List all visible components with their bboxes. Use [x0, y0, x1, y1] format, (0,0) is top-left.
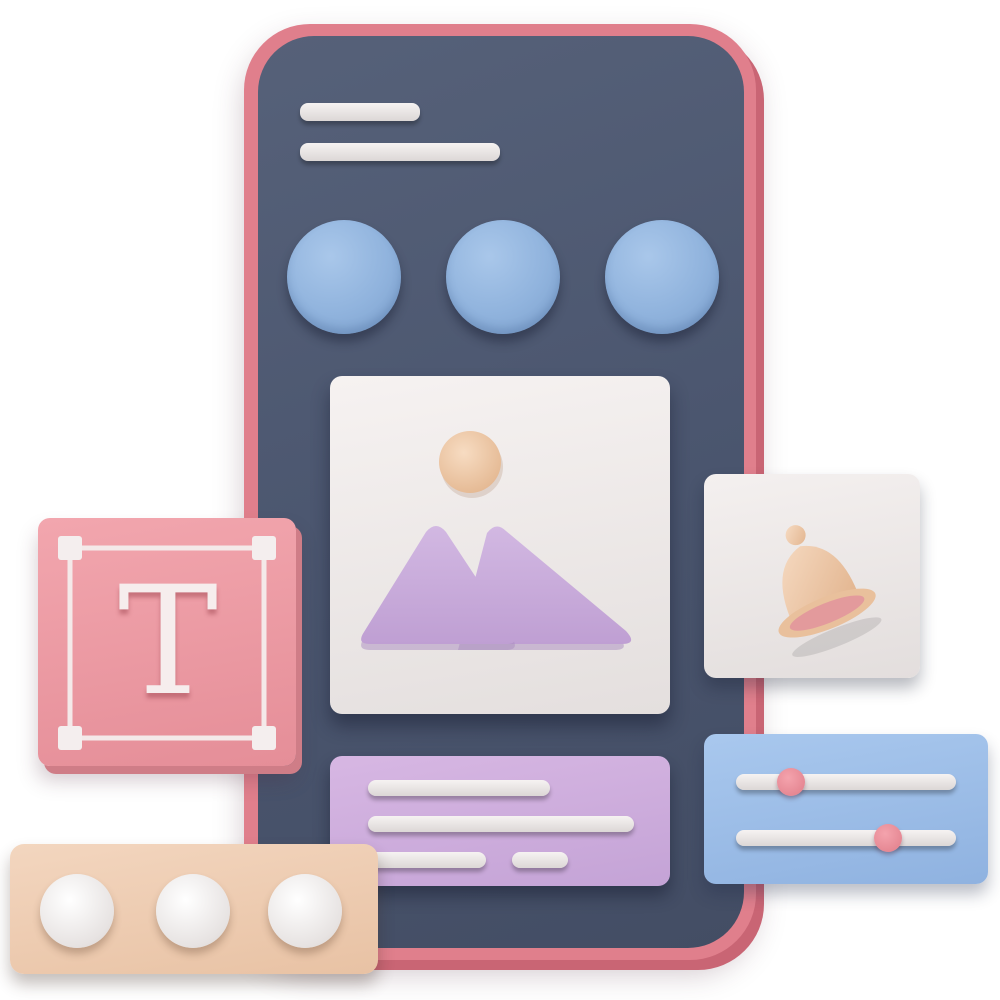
slider-track-2[interactable] [736, 830, 956, 846]
text-line-4 [512, 852, 568, 868]
header-subtitle-line [300, 143, 500, 161]
text-line-3 [368, 852, 486, 868]
text-line-1 [368, 780, 550, 796]
pagination-dot-3[interactable] [268, 874, 342, 948]
pagination-dot-2[interactable] [156, 874, 230, 948]
text-tool-glyph: T [117, 555, 219, 729]
slider-handle-1[interactable] [777, 768, 805, 796]
notification-card[interactable] [704, 474, 920, 678]
text-block-card [330, 756, 670, 886]
bell-icon [778, 525, 882, 657]
sun-icon [439, 431, 503, 498]
slider-track-1[interactable] [736, 774, 956, 790]
image-card[interactable] [330, 376, 670, 714]
circle-button-2[interactable] [446, 220, 560, 334]
circle-button-3[interactable] [605, 220, 719, 334]
image-icon [361, 431, 632, 650]
text-line-2 [368, 816, 634, 832]
mountains-icon [361, 526, 632, 650]
circle-button-1[interactable] [287, 220, 401, 334]
header-title-line [300, 103, 420, 121]
pagination-card [10, 844, 378, 974]
slider-card[interactable] [704, 734, 988, 884]
slider-handle-2[interactable] [873, 824, 902, 852]
pagination-dot-1[interactable] [40, 874, 114, 948]
